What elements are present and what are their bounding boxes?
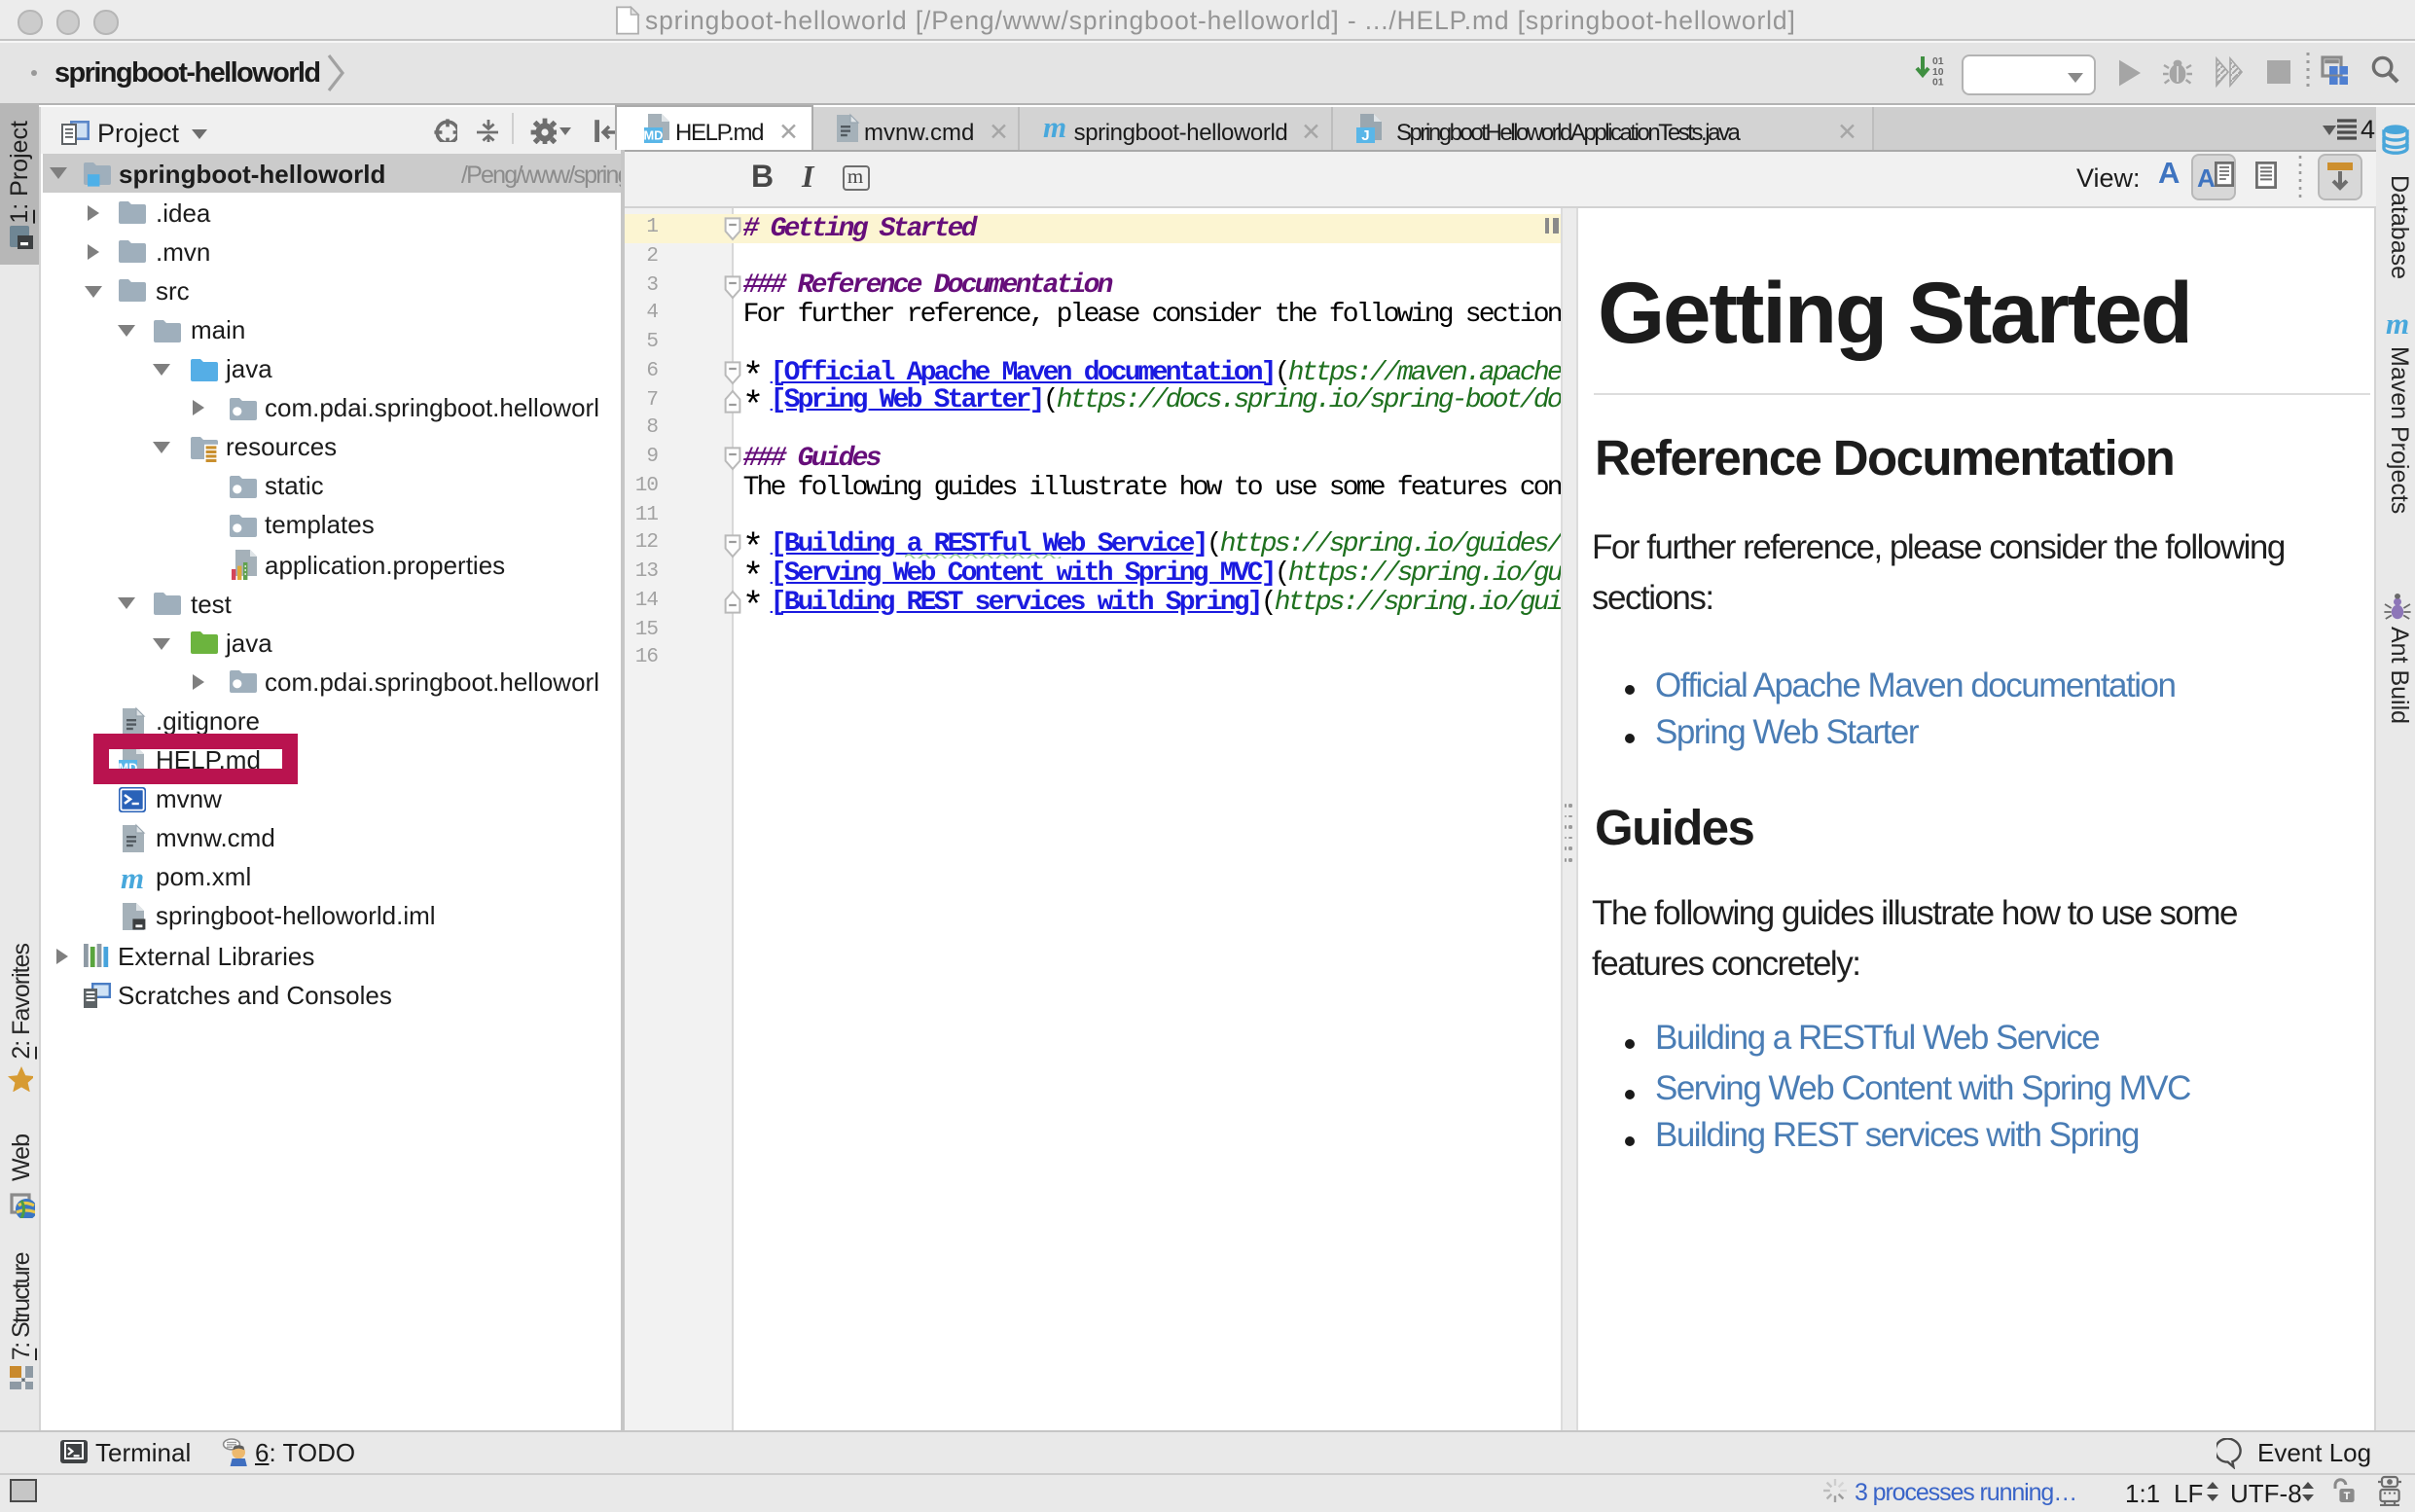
svg-text:T: T — [2344, 1491, 2351, 1502]
svg-text:J: J — [1361, 126, 1369, 143]
svg-text:10: 10 — [1932, 66, 1944, 77]
svg-text:01: 01 — [1932, 77, 1944, 87]
svg-text:01: 01 — [1932, 55, 1944, 66]
